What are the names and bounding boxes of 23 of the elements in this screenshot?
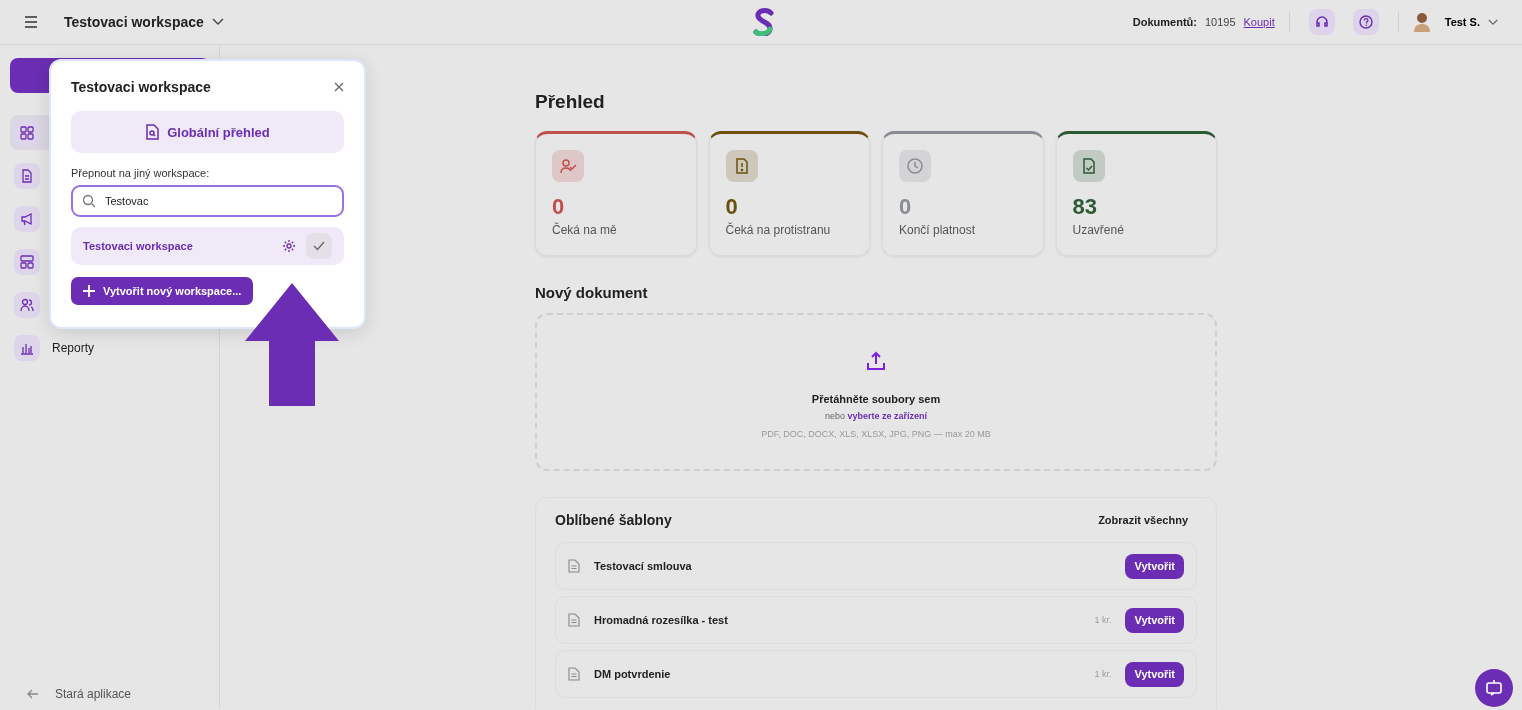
template-price: 1 kr. xyxy=(1094,669,1112,679)
template-price: 1 kr. xyxy=(1094,615,1112,625)
overview-title: Přehled xyxy=(535,91,606,113)
stat-value: 83 xyxy=(1072,194,1098,220)
template-name: Testovací smlouva xyxy=(594,560,693,572)
or-text: nebo xyxy=(824,411,845,421)
template-name: DM potvrdenie xyxy=(594,668,672,680)
templates-title: Oblíbené šablony xyxy=(555,512,672,528)
documents-count: 10195 xyxy=(1204,16,1236,28)
stat-value: 0 xyxy=(725,194,739,220)
switch-label: Přepnout na jiný workspace: xyxy=(71,167,211,179)
documents-label: Dokumentů: xyxy=(1132,16,1197,28)
stat-label: Čeká na mě xyxy=(552,223,618,237)
popup-title: Testovaci workspace xyxy=(71,79,211,95)
stat-value: 0 xyxy=(899,194,913,220)
stat-label: Končí platnost xyxy=(899,223,977,237)
stat-label: Uzavřené xyxy=(1072,223,1125,237)
drop-text: Přetáhněte soubory sem xyxy=(811,393,941,405)
template-name: Hromadná rozesílka - test xyxy=(594,614,729,626)
new-document-title: Nový dokument xyxy=(535,284,649,301)
stat-label: Čeká na protistranu xyxy=(725,223,832,237)
stat-value: 0 xyxy=(552,194,566,220)
formats-text: PDF, DOC, DOCX, XLS, XLSX, JPG, PNG — max 20 MB xyxy=(761,429,991,439)
